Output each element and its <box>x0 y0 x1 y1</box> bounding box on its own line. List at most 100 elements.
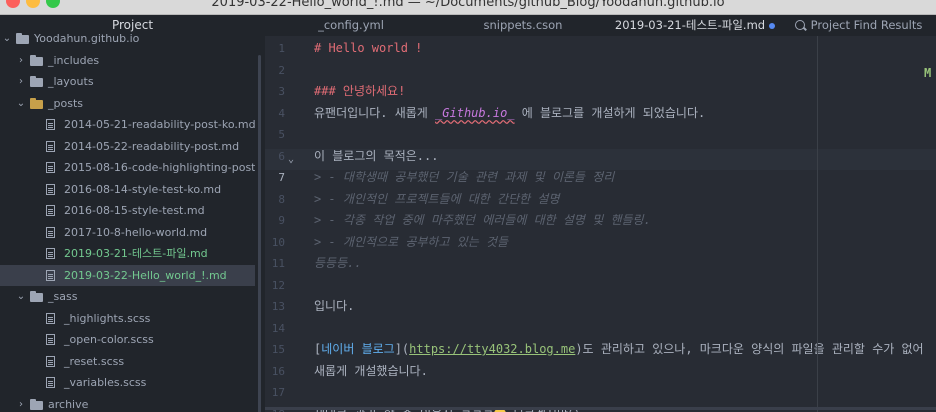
tree-file-item[interactable]: 2014-05-22-readability-post.md <box>0 136 255 157</box>
code-line[interactable]: 입니다. <box>314 296 354 317</box>
chevron-down-icon[interactable]: ⌄ <box>16 93 26 114</box>
tree-item-label: 2014-05-21-readability-post-ko.md <box>64 118 255 131</box>
sidebar-scrollbar[interactable] <box>258 55 261 412</box>
tab-project-find-results[interactable]: Project Find Results <box>781 15 936 36</box>
tree-file-item[interactable]: 2016-08-15-style-test.md <box>0 200 255 221</box>
tab-snippets-cson[interactable]: snippets.cson <box>437 15 609 36</box>
chevron-right-icon[interactable]: › <box>16 394 26 412</box>
folder-icon <box>30 97 43 109</box>
text-token: 새롭게 개설했습니다. <box>314 363 428 378</box>
file-text-icon <box>46 119 55 130</box>
line-number: 9 <box>278 214 285 227</box>
tab-label: 2019-03-21-테스트-파일.md <box>614 18 766 32</box>
tab-bar: _config.yml snippets.cson 2019-03-21-테스트… <box>265 15 936 36</box>
code-line[interactable]: > - 대학생때 공부했던 기술 관련 과제 및 이론들 정리 <box>314 167 614 188</box>
code-line[interactable]: > - 각종 작업 중에 마주했던 에러들에 대한 설명 및 핸들링. <box>314 210 651 231</box>
line-number: 10 <box>271 235 285 249</box>
tree-item-label: 2014-05-22-readability-post.md <box>64 139 240 153</box>
wrap-guide <box>817 36 818 412</box>
line-number: 5 <box>278 128 285 141</box>
line-number: 16 <box>271 364 285 378</box>
line-number: 8 <box>278 192 285 206</box>
line-number: 6 <box>278 149 285 163</box>
heading-token: ### 안녕하세요! <box>314 84 406 98</box>
chevron-down-icon[interactable]: ⌄ <box>16 286 26 307</box>
line-number: 4 <box>278 106 285 120</box>
file-text-icon <box>46 183 55 195</box>
tree-file-item[interactable]: _highlights.scss <box>0 308 255 329</box>
file-text-icon <box>46 205 55 216</box>
modified-indicator-icon <box>769 22 776 29</box>
line-number: 12 <box>271 278 285 292</box>
text-token: 입니다. <box>314 299 355 313</box>
line-number: 14 <box>271 321 285 335</box>
tree-item-label: 2016-08-15-style-test.md <box>64 204 205 217</box>
code-line[interactable]: 새롭게 개설했습니다. <box>314 361 428 382</box>
file-text-icon <box>46 355 55 367</box>
code-line[interactable]: > - 개인적으로 공부하고 있는 것들 <box>314 232 508 253</box>
file-text-icon <box>46 248 55 259</box>
tab-label: Project Find Results <box>810 18 923 32</box>
tree-folder-item[interactable]: ⌄ Yoodahun.github.io <box>0 28 255 49</box>
tree-file-item[interactable]: 2016-08-14-style-test-ko.md <box>0 179 255 200</box>
search-icon <box>794 20 805 30</box>
tree-file-item[interactable]: _variables.scss <box>0 372 255 393</box>
file-text-icon <box>46 226 55 238</box>
tree-folder-item[interactable]: ⌄ _posts <box>0 93 255 114</box>
tree-file-item[interactable]: 2014-05-21-readability-post-ko.md <box>0 114 255 135</box>
tree-item-label: _posts <box>48 96 83 110</box>
minimap: M <box>924 66 932 80</box>
chevron-down-icon[interactable]: ⌄ <box>2 28 12 49</box>
tree-item-label: 2017-10-8-hello-world.md <box>64 225 208 239</box>
tree-file-item[interactable]: 2017-10-8-hello-world.md <box>0 222 255 243</box>
tree-item-label: 2019-03-21-테스트-파일.md <box>64 247 208 260</box>
editor-pane[interactable]: 123456789101112131415161718 ⌄ # Hello wo… <box>265 36 936 412</box>
line-number: 13 <box>271 300 285 313</box>
line-number: 1 <box>278 42 285 55</box>
tree-file-item[interactable]: _reset.scss <box>0 351 255 372</box>
tree-item-label: _highlights.scss <box>64 311 151 325</box>
tree-file-item[interactable]: 2019-03-22-Hello_world_!.md <box>0 264 255 286</box>
file-text-icon <box>46 377 55 388</box>
chevron-right-icon[interactable]: › <box>16 71 26 92</box>
quote-token: 등등등.. <box>314 256 362 270</box>
code-line[interactable]: # Hello world ! <box>314 38 422 59</box>
chevron-right-icon[interactable]: › <box>16 50 26 71</box>
file-text-icon <box>46 269 55 281</box>
tree-folder-item[interactable]: › _layouts <box>0 71 255 92</box>
tree-file-item[interactable]: 2015-08-16-code-highlighting-post.md <box>0 157 255 178</box>
code-line[interactable]: ### 안녕하세요! <box>314 81 405 102</box>
code-line[interactable]: 이 블로그의 목적은... <box>314 146 438 167</box>
heading-token: # Hello world ! <box>314 41 423 55</box>
tab-config-yml[interactable]: _config.yml <box>265 15 437 36</box>
code-line[interactable]: [네이버 블로그](https://tty4032.blog.me)도 관리하고… <box>314 339 924 360</box>
tree-folder-item[interactable]: › archive <box>0 394 255 412</box>
tab-label: _config.yml <box>318 18 384 32</box>
tree-folder-item[interactable]: › _includes <box>0 50 255 71</box>
file-text-icon <box>46 312 55 324</box>
tree-item-label: _layouts <box>48 75 94 88</box>
code-line[interactable]: 등등등.. <box>314 253 362 274</box>
tree-item-label: _sass <box>48 290 78 303</box>
text-token: 이 블로그의 목적은... <box>314 148 439 163</box>
tree-folder-item[interactable]: ⌄ _sass <box>0 286 255 307</box>
tree-item-label: _open-color.scss <box>64 333 154 346</box>
folder-icon <box>30 291 43 302</box>
tree-item-label: _variables.scss <box>64 376 147 389</box>
tab-test-file-md[interactable]: 2019-03-21-테스트-파일.md <box>609 15 781 36</box>
line-number: 2 <box>278 63 285 77</box>
project-sidebar: Project ⌄ Yoodahun.github.io › _includes › _l… <box>0 15 265 412</box>
code-line[interactable]: 유팬더입니다. 새롭게 _Github.io_ 에 블로그를 개설하게 되었습니… <box>314 103 705 124</box>
tree-item-label: archive <box>48 397 89 411</box>
italic-link-token: _Github.io_ <box>435 105 515 120</box>
tree-item-label: _includes <box>48 53 100 67</box>
quote-token: > - 개인적인 프로젝트들에 대한 간단한 설명 <box>314 191 560 206</box>
code-line[interactable]: > - 개인적인 프로젝트들에 대한 간단한 설명 <box>314 189 559 210</box>
line-number: 7 <box>278 171 285 184</box>
text-token: 에 블로그를 개설하게 되었습니다. <box>514 105 706 120</box>
tree-file-item[interactable]: 2019-03-21-테스트-파일.md <box>0 243 255 264</box>
horizontal-scrollbar[interactable] <box>265 407 936 410</box>
tree-file-item[interactable]: _open-color.scss <box>0 329 255 350</box>
line-number: 17 <box>271 386 285 399</box>
fold-chevron-icon[interactable]: ⌄ <box>288 149 294 170</box>
